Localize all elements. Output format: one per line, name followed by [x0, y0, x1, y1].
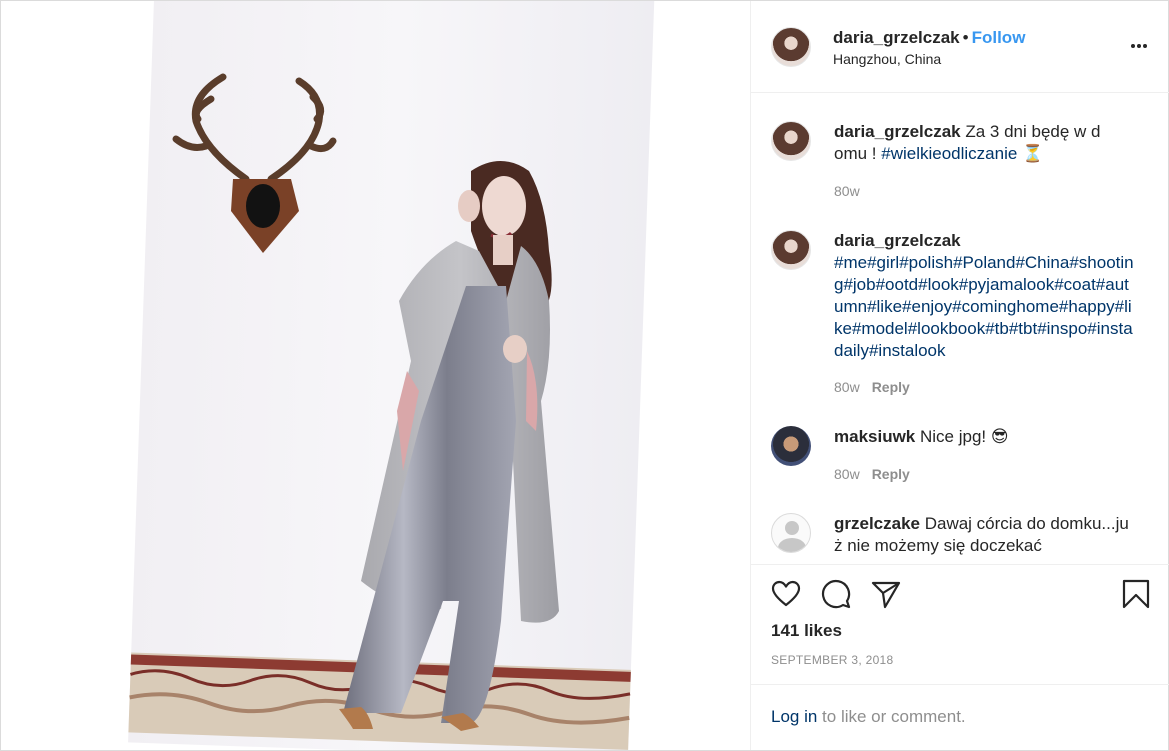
comment-item: daria_grzelczak #me#girl#polish#Poland#C…	[771, 230, 1151, 400]
comment-meta: 80w Reply	[834, 379, 910, 395]
avatar[interactable]	[771, 513, 811, 553]
reply-button[interactable]: Reply	[872, 466, 910, 482]
avatar[interactable]	[771, 27, 811, 67]
photo-image	[128, 1, 655, 750]
comment-username[interactable]: maksiuwk	[834, 427, 915, 446]
comment-body: Nice jpg!	[915, 427, 991, 446]
comment-item: daria_grzelczak Za 3 dni będę w domu ! #…	[771, 121, 1151, 201]
comment-username[interactable]: grzelczake	[834, 514, 920, 533]
post-date[interactable]: SEPTEMBER 3, 2018	[771, 653, 894, 667]
login-suffix: to like or comment.	[817, 707, 966, 726]
heart-icon[interactable]	[771, 579, 801, 609]
avatar[interactable]	[771, 426, 811, 466]
comment-text: daria_grzelczak #me#girl#polish#Poland#C…	[834, 230, 1134, 362]
post-location[interactable]: Hangzhou, China	[833, 51, 941, 67]
likes-count[interactable]: 141 likes	[771, 621, 842, 641]
comment-age[interactable]: 80w	[834, 466, 860, 482]
comment-text: maksiuwk Nice jpg! 😎	[834, 426, 1134, 448]
comment-item: grzelczake Dawaj córcia do domku...już n…	[771, 513, 1151, 563]
more-options-icon[interactable]	[1129, 37, 1149, 55]
login-prompt: Log in to like or comment.	[771, 707, 966, 727]
comments-list[interactable]: daria_grzelczak Za 3 dni będę w domu ! #…	[751, 93, 1169, 563]
hashtag-list[interactable]: #me#girl#polish#Poland#China#shooting#jo…	[834, 253, 1134, 360]
login-footer: Log in to like or comment.	[751, 684, 1169, 751]
comment-item: maksiuwk Nice jpg! 😎 80w Reply	[771, 426, 1151, 486]
hourglass-emoji: ⏳	[1022, 144, 1044, 163]
post-author-line: daria_grzelczak • Follow	[833, 28, 1025, 48]
comment-icon[interactable]	[821, 579, 851, 609]
comment-meta: 80w	[834, 183, 860, 199]
avatar[interactable]	[771, 230, 811, 270]
comment-text: grzelczake Dawaj córcia do domku...już n…	[834, 513, 1134, 557]
comment-age[interactable]: 80w	[834, 183, 860, 199]
hashtag-link[interactable]: #wielkieodliczanie	[881, 144, 1017, 163]
paper-plane-icon[interactable]	[871, 579, 901, 609]
login-link[interactable]: Log in	[771, 707, 817, 726]
post-dialog: daria_grzelczak • Follow Hangzhou, China d…	[0, 0, 1169, 751]
comment-username[interactable]: daria_grzelczak	[834, 122, 961, 141]
post-actions: 141 likes SEPTEMBER 3, 2018	[751, 564, 1169, 685]
post-header: daria_grzelczak • Follow Hangzhou, China	[751, 1, 1169, 93]
separator-dot: •	[962, 28, 969, 47]
post-side-panel: daria_grzelczak • Follow Hangzhou, China d…	[750, 1, 1169, 750]
bookmark-icon[interactable]	[1121, 579, 1151, 609]
sunglasses-emoji: 😎	[990, 427, 1009, 446]
post-photo[interactable]	[1, 1, 750, 750]
reply-button[interactable]: Reply	[872, 379, 910, 395]
comment-text: daria_grzelczak Za 3 dni będę w domu ! #…	[834, 121, 1104, 165]
author-username[interactable]: daria_grzelczak	[833, 28, 960, 47]
comment-username[interactable]: daria_grzelczak	[834, 231, 961, 250]
comment-age[interactable]: 80w	[834, 379, 860, 395]
follow-button[interactable]: Follow	[972, 28, 1026, 47]
avatar[interactable]	[771, 121, 811, 161]
comment-meta: 80w Reply	[834, 466, 910, 482]
